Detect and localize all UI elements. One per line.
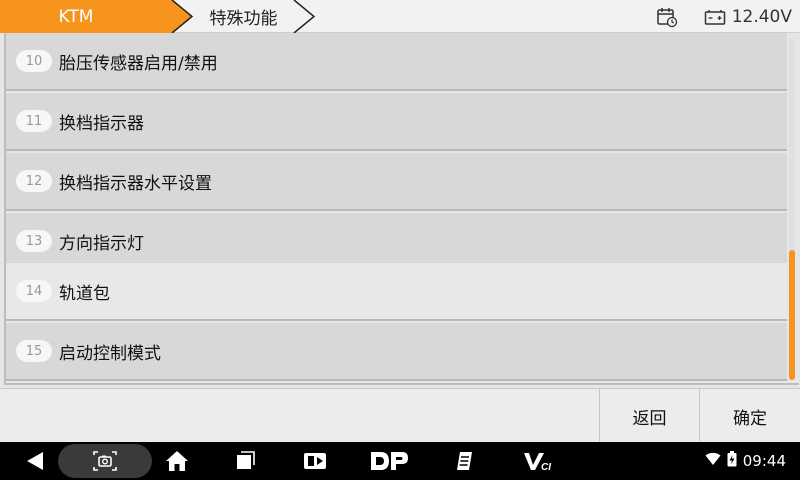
remote-icon[interactable] [298, 442, 332, 480]
list-item[interactable]: 11 换档指示器 [6, 93, 787, 151]
list-item-selected[interactable]: 14 轨道包 [6, 263, 787, 321]
item-label: 启动控制模式 [59, 343, 161, 364]
calendar-clock-icon[interactable] [656, 6, 678, 28]
dp-icon[interactable] [366, 442, 412, 480]
item-number: 15 [16, 340, 52, 362]
item-label: 方向指示灯 [59, 233, 144, 254]
recent-apps-icon[interactable] [228, 442, 262, 480]
title-bar: KTM 特殊功能 12.40V [0, 0, 800, 33]
back-icon[interactable] [18, 442, 52, 480]
scrollbar-thumb[interactable] [789, 250, 795, 380]
item-label: 换档指示器 [59, 113, 144, 134]
function-list: 10 胎压传感器启用/禁用 11 换档指示器 12 换档指示器水平设置 13 方… [6, 33, 787, 383]
svg-text:CI: CI [541, 462, 551, 472]
list-item[interactable]: 10 胎压传感器启用/禁用 [6, 33, 787, 91]
system-status: 09:44 [705, 442, 786, 480]
action-bar-empty-area [0, 389, 600, 443]
screenshot-icon[interactable] [88, 442, 122, 480]
breadcrumb-home[interactable]: KTM [0, 0, 192, 33]
item-number: 13 [16, 230, 52, 252]
item-label: 轨道包 [59, 283, 110, 304]
breadcrumb-current-label: 特殊功能 [209, 9, 278, 29]
list-item[interactable]: 15 启动控制模式 [6, 323, 787, 381]
system-nav-bar: CI 09:44 [0, 442, 800, 480]
wifi-icon [705, 452, 721, 470]
list-item[interactable]: 12 换档指示器水平设置 [6, 153, 787, 211]
app-window: KTM 特殊功能 12.40V 10 胎压传感器启用/禁用 11 换档指示器 1… [0, 0, 800, 480]
breadcrumb-home-label: KTM [58, 6, 94, 27]
item-number: 14 [16, 280, 52, 302]
car-battery-icon [704, 8, 726, 26]
scrollbar[interactable] [789, 38, 795, 380]
item-label: 胎压传感器启用/禁用 [59, 53, 218, 74]
item-number: 11 [16, 110, 52, 132]
item-label: 换档指示器水平设置 [59, 173, 212, 194]
item-number: 12 [16, 170, 52, 192]
battery-icon [727, 451, 737, 471]
action-bar: 返回 确定 [0, 388, 800, 443]
home-icon[interactable] [160, 442, 194, 480]
clock-time: 09:44 [742, 452, 786, 470]
back-button[interactable]: 返回 [600, 389, 700, 443]
header-status: 12.40V [656, 0, 792, 33]
item-number: 10 [16, 50, 52, 72]
battery-voltage: 12.40V [731, 6, 792, 27]
notes-icon[interactable] [448, 442, 482, 480]
breadcrumb-current: 特殊功能 [171, 0, 316, 33]
vci-icon[interactable]: CI [518, 442, 560, 480]
ok-button[interactable]: 确定 [700, 389, 800, 443]
